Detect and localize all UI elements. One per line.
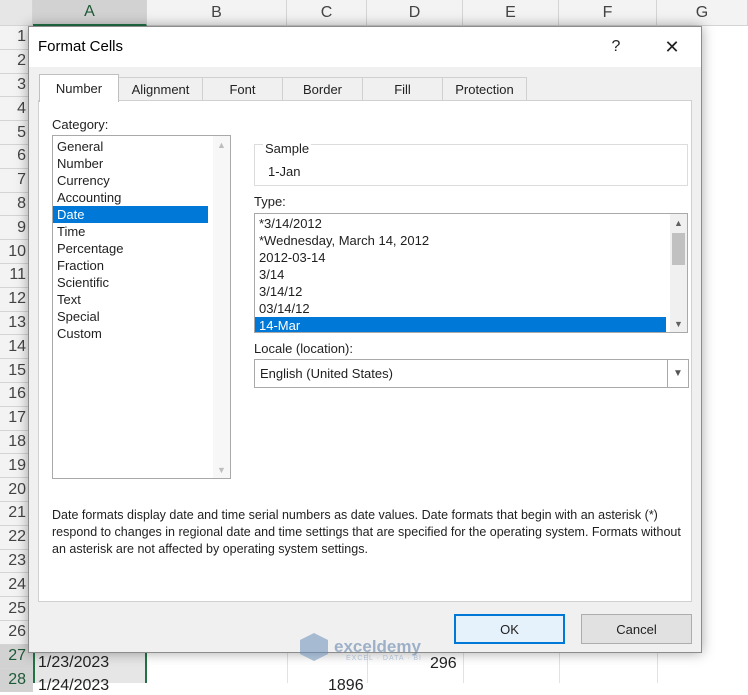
- type-listbox[interactable]: *3/14/2012 *Wednesday, March 14, 2012 2012…: [254, 213, 688, 333]
- scroll-down-icon[interactable]: ▼: [213, 461, 230, 478]
- watermark-name: exceldemy: [334, 637, 421, 656]
- column-header-c[interactable]: C: [287, 0, 367, 26]
- locale-dropdown[interactable]: English (United States) ▼: [254, 359, 689, 388]
- tab-strip: Number Alignment Font Border Fill Protec…: [39, 74, 527, 102]
- category-item[interactable]: Text: [53, 291, 208, 308]
- cancel-button[interactable]: Cancel: [581, 614, 692, 644]
- format-description: Date formats display date and time seria…: [52, 508, 681, 556]
- category-label: Category:: [52, 117, 109, 132]
- column-header-g[interactable]: G: [657, 0, 748, 26]
- type-label: Type:: [254, 194, 286, 209]
- type-item[interactable]: 3/14/12: [255, 283, 666, 300]
- dialog-titlebar[interactable]: Format Cells ? ✕: [29, 27, 701, 67]
- scroll-up-icon[interactable]: ▲: [670, 214, 687, 231]
- column-header-a[interactable]: A: [33, 0, 147, 26]
- category-item[interactable]: Accounting: [53, 189, 208, 206]
- column-header-d[interactable]: D: [367, 0, 463, 26]
- type-item[interactable]: 3/14: [255, 266, 666, 283]
- scroll-up-icon[interactable]: ▲: [213, 136, 230, 153]
- type-item[interactable]: 2012-03-14: [255, 249, 666, 266]
- cell-c28[interactable]: 1896: [328, 677, 364, 695]
- ok-button[interactable]: OK: [454, 614, 565, 644]
- locale-value: English (United States): [260, 366, 393, 381]
- column-header-b[interactable]: B: [147, 0, 287, 26]
- category-item[interactable]: Special: [53, 308, 208, 325]
- row-header[interactable]: 28: [0, 668, 33, 693]
- category-item[interactable]: Time: [53, 223, 208, 240]
- select-all-corner[interactable]: [0, 0, 33, 26]
- type-item[interactable]: 03/14/12: [255, 300, 666, 317]
- exceldemy-watermark: exceldemy EXCEL · DATA · BI: [300, 633, 422, 662]
- cell-a27[interactable]: 1/23/2023: [38, 654, 109, 672]
- type-item[interactable]: *Wednesday, March 14, 2012: [255, 232, 666, 249]
- category-item[interactable]: Scientific: [53, 274, 208, 291]
- category-listbox[interactable]: General Number Currency Accounting Date Time P…: [52, 135, 231, 479]
- type-item[interactable]: *3/14/2012: [255, 215, 666, 232]
- tab-protection[interactable]: Protection: [442, 77, 527, 101]
- tab-font[interactable]: Font: [202, 77, 283, 101]
- category-item[interactable]: Fraction: [53, 257, 208, 274]
- chevron-down-icon[interactable]: ▼: [667, 360, 688, 387]
- tab-alignment[interactable]: Alignment: [118, 77, 203, 101]
- sample-label: Sample: [263, 141, 312, 156]
- close-icon[interactable]: ✕: [655, 33, 689, 61]
- tab-fill[interactable]: Fill: [362, 77, 443, 101]
- column-header-e[interactable]: E: [463, 0, 559, 26]
- sample-group: Sample 1-Jan: [254, 141, 688, 186]
- category-item[interactable]: Percentage: [53, 240, 208, 257]
- category-item[interactable]: Number: [53, 155, 208, 172]
- sample-value: 1-Jan: [268, 164, 301, 179]
- category-item[interactable]: Date: [53, 206, 208, 223]
- locale-label: Locale (location):: [254, 341, 353, 356]
- tab-border[interactable]: Border: [282, 77, 363, 101]
- dialog-title: Format Cells: [38, 38, 124, 55]
- type-scrollbar[interactable]: ▲ ▼: [670, 214, 687, 332]
- tab-number[interactable]: Number: [39, 74, 119, 102]
- number-tab-panel: Category: General Number Currency Accountin…: [38, 100, 692, 602]
- format-cells-dialog: Format Cells ? ✕ Number Alignment Font B…: [28, 26, 702, 653]
- type-item[interactable]: 14-Mar: [255, 317, 666, 332]
- category-scrollbar[interactable]: ▲ ▼: [213, 136, 230, 478]
- watermark-subtitle: EXCEL · DATA · BI: [346, 655, 422, 662]
- category-item[interactable]: General: [53, 138, 208, 155]
- scroll-down-icon[interactable]: ▼: [670, 315, 687, 332]
- cell-a28[interactable]: 1/24/2023: [38, 677, 109, 695]
- exceldemy-logo-icon: [300, 633, 328, 661]
- category-item[interactable]: Custom: [53, 325, 208, 342]
- column-header-f[interactable]: F: [559, 0, 657, 26]
- help-button[interactable]: ?: [604, 33, 628, 61]
- cell-d27[interactable]: 296: [430, 655, 457, 673]
- scroll-thumb[interactable]: [672, 233, 685, 265]
- category-item[interactable]: Currency: [53, 172, 208, 189]
